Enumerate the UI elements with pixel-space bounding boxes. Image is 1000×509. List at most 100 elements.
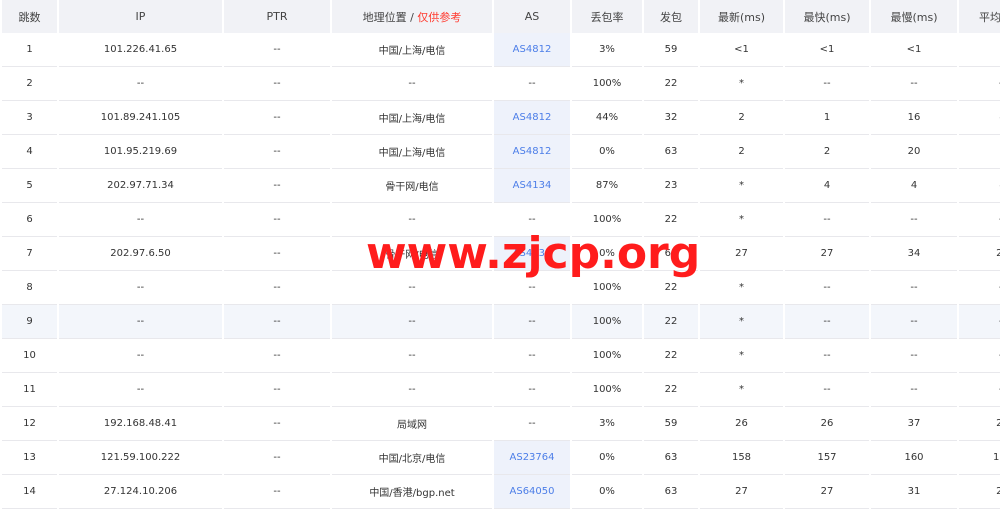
cell-loss: 100% (572, 373, 642, 407)
cell-hop: 11 (2, 373, 57, 407)
cell-best: 1 (785, 101, 869, 135)
header-as: AS (494, 0, 570, 33)
as-link[interactable]: AS64050 (510, 486, 555, 497)
cell-hop: 3 (2, 101, 57, 135)
cell-geo: -- (332, 339, 492, 373)
cell-sent: 22 (644, 373, 698, 407)
cell-avg: 4 (959, 169, 1000, 203)
cell-sent: 63 (644, 441, 698, 475)
cell-geo: 中国/上海/电信 (332, 101, 492, 135)
header-avg: 平均(ms) (959, 0, 1000, 33)
cell-loss: 0% (572, 237, 642, 271)
cell-worst: <1 (871, 33, 957, 67)
cell-ip: 101.95.219.69 (59, 135, 222, 169)
cell-best: -- (785, 203, 869, 237)
cell-best: -- (785, 305, 869, 339)
cell-sent: 32 (644, 101, 698, 135)
cell-ip: -- (59, 203, 222, 237)
cell-last: <1 (700, 33, 783, 67)
cell-geo: -- (332, 271, 492, 305)
cell-ptr: -- (224, 475, 330, 509)
table-header-row: 跳数 IP PTR 地理位置 / 仅供参考 AS 丢包率 发包 最新(ms) 最… (2, 0, 1000, 33)
cell-avg: 27 (959, 475, 1000, 509)
cell-ip: -- (59, 305, 222, 339)
cell-best: -- (785, 271, 869, 305)
as-link[interactable]: AS4812 (513, 112, 552, 123)
cell-loss: 0% (572, 441, 642, 475)
header-geo: 地理位置 / 仅供参考 (332, 0, 492, 33)
cell-last: * (700, 203, 783, 237)
cell-geo: -- (332, 203, 492, 237)
table-body: 1 101.226.41.65 -- 中国/上海/电信 AS4812 3% 59 <1 <1 <1… (2, 33, 1000, 509)
cell-hop: 7 (2, 237, 57, 271)
header-loss: 丢包率 (572, 0, 642, 33)
as-link[interactable]: AS4812 (513, 146, 552, 157)
cell-loss: 44% (572, 101, 642, 135)
cell-hop: 4 (2, 135, 57, 169)
cell-hop: 14 (2, 475, 57, 509)
cell-best: 2 (785, 135, 869, 169)
cell-as: -- (494, 271, 570, 305)
as-link[interactable]: AS4134 (513, 248, 552, 259)
cell-loss: 0% (572, 135, 642, 169)
cell-worst: -- (871, 373, 957, 407)
cell-geo: 骨干网/电信 (332, 169, 492, 203)
cell-geo: -- (332, 67, 492, 101)
traceroute-table: 跳数 IP PTR 地理位置 / 仅供参考 AS 丢包率 发包 最新(ms) 最… (0, 0, 1000, 509)
cell-last: * (700, 169, 783, 203)
header-last: 最新(ms) (700, 0, 783, 33)
cell-geo: 局域网 (332, 407, 492, 441)
table-row: 2--------100%22*------ (2, 67, 1000, 101)
cell-best: <1 (785, 33, 869, 67)
cell-hop: 6 (2, 203, 57, 237)
as-link[interactable]: AS4812 (513, 44, 552, 55)
cell-worst: 20 (871, 135, 957, 169)
cell-last: * (700, 67, 783, 101)
cell-sent: 63 (644, 237, 698, 271)
cell-ip: 202.97.6.50 (59, 237, 222, 271)
cell-ip: -- (59, 271, 222, 305)
cell-ptr: -- (224, 305, 330, 339)
cell-ptr: -- (224, 407, 330, 441)
header-ptr: PTR (224, 0, 330, 33)
cell-worst: 37 (871, 407, 957, 441)
cell-sent: 59 (644, 407, 698, 441)
cell-sent: 22 (644, 203, 698, 237)
cell-worst: 160 (871, 441, 957, 475)
cell-as: -- (494, 67, 570, 101)
as-link[interactable]: AS4134 (513, 180, 552, 191)
table-row: 9--------100%22*------ (2, 305, 1000, 339)
cell-ip: -- (59, 67, 222, 101)
cell-avg: -- (959, 305, 1000, 339)
cell-ip: 192.168.48.41 (59, 407, 222, 441)
cell-last: * (700, 271, 783, 305)
cell-worst: 31 (871, 475, 957, 509)
cell-ip: 121.59.100.222 (59, 441, 222, 475)
cell-avg: 5 (959, 135, 1000, 169)
cell-hop: 10 (2, 339, 57, 373)
cell-sent: 63 (644, 475, 698, 509)
cell-last: 26 (700, 407, 783, 441)
header-geo-note: 仅供参考 (417, 10, 462, 24)
cell-loss: 3% (572, 33, 642, 67)
cell-geo: 中国/上海/电信 (332, 135, 492, 169)
cell-geo: 中国/北京/电信 (332, 441, 492, 475)
cell-ip: 202.97.71.34 (59, 169, 222, 203)
cell-ptr: -- (224, 101, 330, 135)
cell-as: AS64050 (494, 475, 570, 509)
cell-as: AS4134 (494, 169, 570, 203)
cell-last: * (700, 339, 783, 373)
cell-loss: 100% (572, 67, 642, 101)
cell-best: -- (785, 373, 869, 407)
cell-last: 27 (700, 237, 783, 271)
cell-best: 26 (785, 407, 869, 441)
cell-avg: -- (959, 271, 1000, 305)
header-best: 最快(ms) (785, 0, 869, 33)
cell-sent: 22 (644, 339, 698, 373)
as-link[interactable]: AS23764 (510, 452, 555, 463)
cell-ptr: -- (224, 441, 330, 475)
cell-worst: 4 (871, 169, 957, 203)
cell-sent: 59 (644, 33, 698, 67)
cell-last: 158 (700, 441, 783, 475)
cell-avg: 27 (959, 407, 1000, 441)
